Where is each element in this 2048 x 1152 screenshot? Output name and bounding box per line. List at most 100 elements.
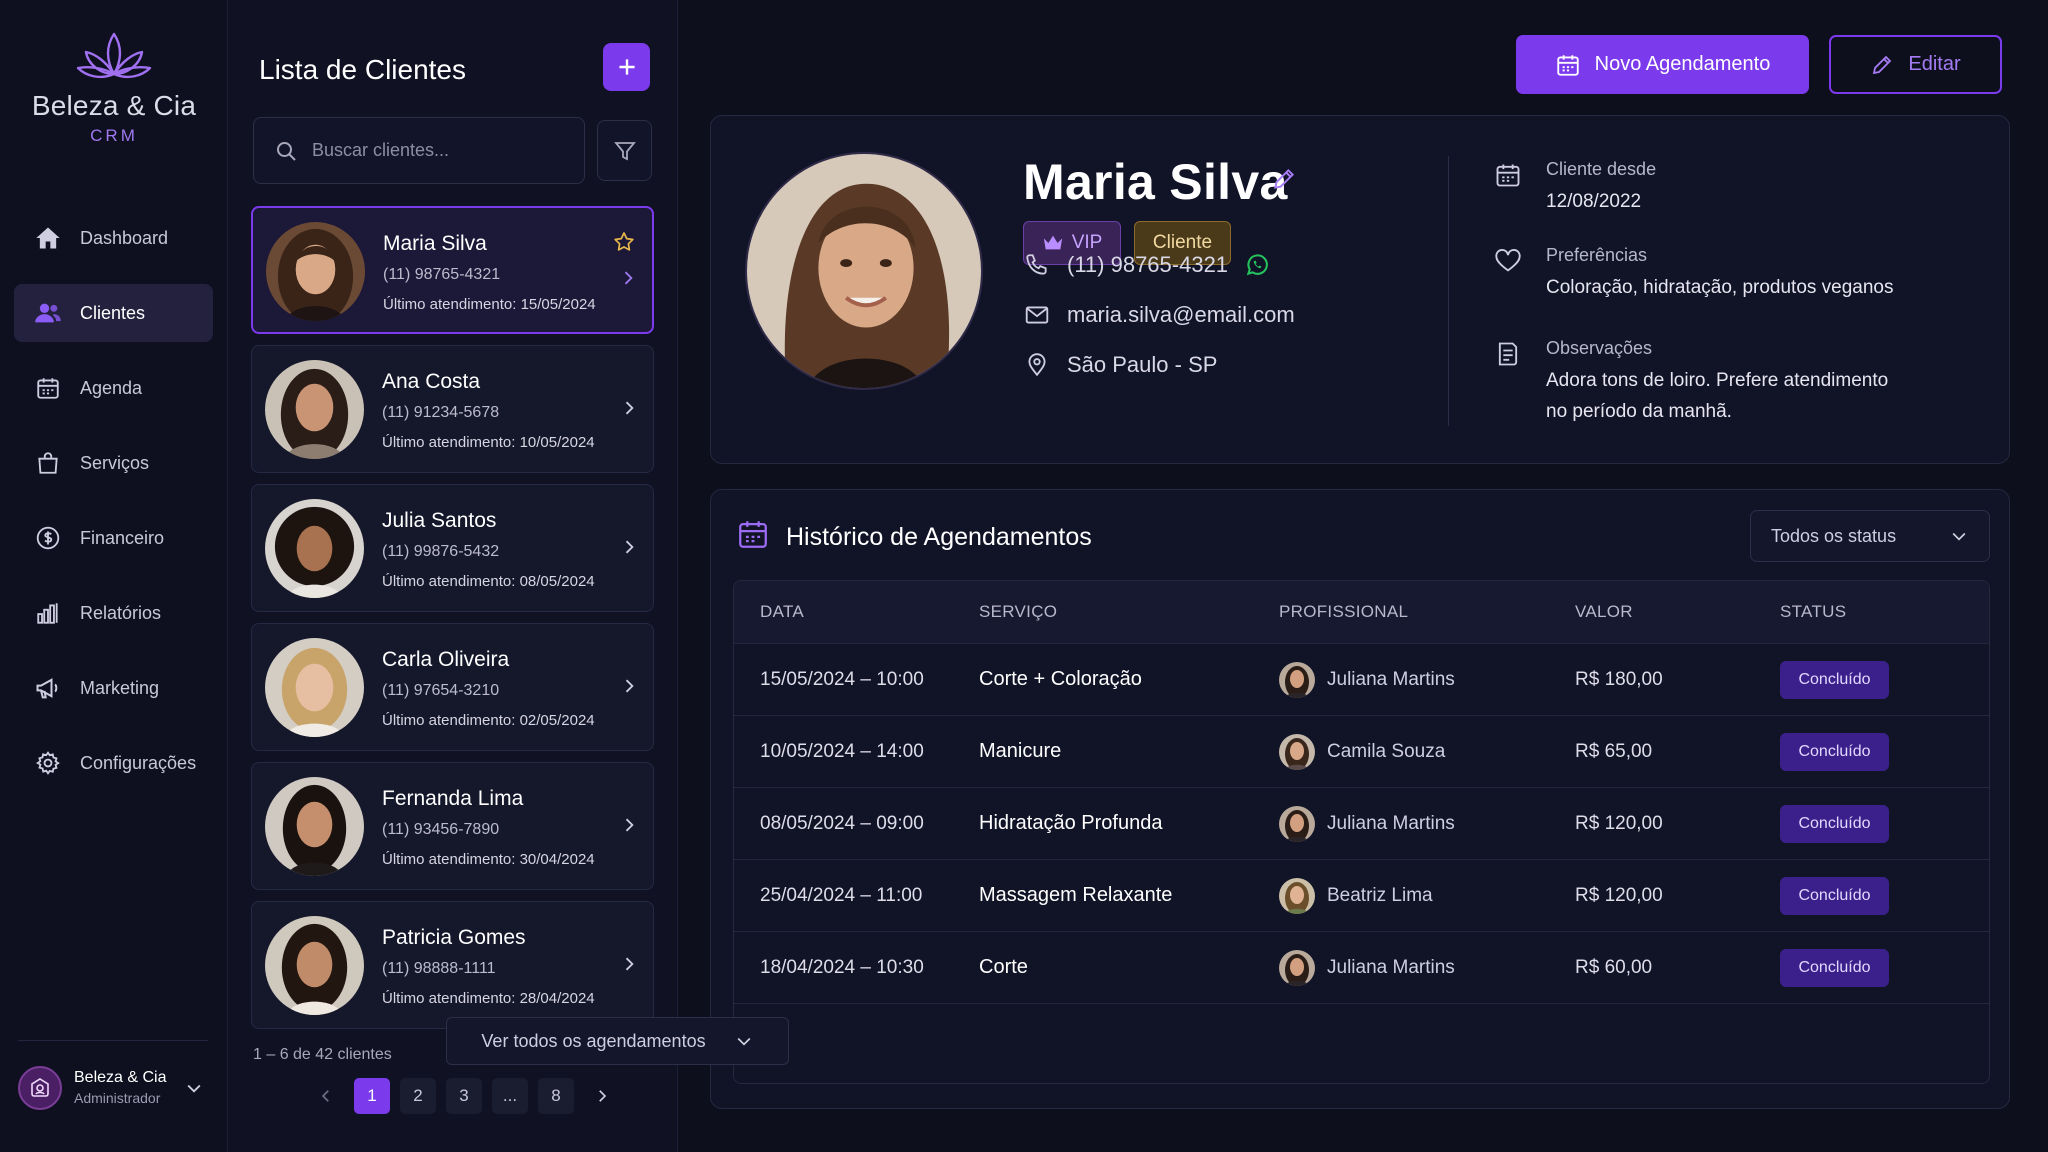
edit-label: Editar [1908,53,1961,75]
page-button-2[interactable]: 2 [400,1078,436,1114]
star-icon[interactable] [612,230,636,254]
contact-email: maria.silva@email.com [1023,301,1295,329]
client-card-patricia-gomes[interactable]: Patricia Gomes (11) 98888-1111 Último at… [251,901,654,1029]
sidebar-item-label: Financeiro [80,527,165,548]
pagination-info: 1 – 6 de 42 clientes [253,1046,392,1063]
status-filter-select[interactable]: Todos os status [1750,510,1990,562]
table-header: DATA SERVIÇO PROFISSIONAL VALOR STATUS [734,581,1989,643]
contact-phone: (11) 98765-4321 [1023,251,1270,279]
dollar-circle-icon [34,524,62,552]
client-card-ana-costa[interactable]: Ana Costa (11) 91234-5678 Último atendim… [251,345,654,473]
account-name: Beleza & Cia [74,1069,167,1086]
appointment-history-card: Histórico de Agendamentos Todos os statu… [710,489,2010,1109]
crown-icon [1043,235,1062,250]
chevron-right-icon [619,537,639,557]
info-label: Cliente desde [1546,159,1657,179]
cell-service: Corte [979,956,1028,978]
sidebar-item-label: Dashboard [80,227,169,248]
profile-location: São Paulo - SP [1067,352,1218,377]
account-switcher[interactable]: Beleza & Cia Administrador [18,1040,208,1130]
sidebar-item-clientes[interactable]: Clientes [14,284,213,342]
sidebar-item-relatorios[interactable]: Relatórios [14,584,213,642]
info-label: Preferências [1546,245,1648,265]
client-last-visit: Último atendimento: 15/05/2024 [383,296,596,313]
cell-status: Concluído [1780,660,1980,699]
map-pin-icon [1023,351,1051,379]
shopping-bag-icon [34,449,62,477]
page-button-1[interactable]: 1 [354,1078,390,1114]
table-row[interactable]: 08/05/2024 – 09:00 Hidratação Profunda J… [734,787,1989,859]
cell-value: R$ 120,00 [1575,812,1663,834]
sidebar-item-label: Relatórios [80,602,162,623]
sidebar-item-agenda[interactable]: Agenda [14,359,213,417]
see-all-appointments-button[interactable]: Ver todos os agendamentos [446,1017,789,1065]
sidebar-item-servicos[interactable]: Serviços [14,434,213,492]
add-client-button[interactable] [603,43,650,91]
table-row[interactable]: 15/05/2024 – 10:00 Corte + Coloração Jul… [734,643,1989,715]
info-value: Coloração, hidratação, produtos veganos [1546,277,1894,298]
professional-avatar [1279,949,1315,986]
chevron-down-icon [184,1078,204,1098]
chevron-left-icon [321,1090,329,1102]
filter-button[interactable] [597,120,652,181]
calendar-icon [736,517,770,551]
column-header: DATA [760,602,805,621]
table-footer [734,1003,1989,1083]
gear-icon [34,749,62,777]
sidebar-item-label: Marketing [80,677,160,698]
whatsapp-icon[interactable] [1244,252,1270,278]
client-name: Carla Oliveira [382,648,510,671]
prev-page-button[interactable] [308,1078,344,1114]
sidebar-item-dashboard[interactable]: Dashboard [14,209,213,267]
status-badge: Concluído [1780,948,1889,987]
sidebar-item-financeiro[interactable]: Financeiro [14,509,213,567]
client-phone: (11) 98765-4321 [383,266,501,283]
client-card-maria-silva[interactable]: Maria Silva (11) 98765-4321 Último atend… [251,206,654,334]
client-card-fernanda-lima[interactable]: Fernanda Lima (11) 93456-7890 Último ate… [251,762,654,890]
chevron-right-icon [619,398,639,418]
cell-professional: Camila Souza [1279,733,1575,770]
client-card-carla-oliveira[interactable]: Carla Oliveira (11) 97654-3210 Último at… [251,623,654,751]
info-value: 12/08/2022 [1546,191,1642,212]
cell-status: Concluído [1780,732,1980,771]
client-avatar [265,360,364,459]
table-row[interactable]: 25/04/2024 – 11:00 Massagem Relaxante Be… [734,859,1989,931]
page-button-8[interactable]: 8 [538,1078,574,1114]
chevron-right-icon [619,676,639,696]
client-profile-card: Maria Silva VIP Cliente (11) 98765-4321 … [710,115,2010,464]
status-badge: Concluído [1780,804,1889,843]
search-box [253,117,585,184]
table-row[interactable]: 10/05/2024 – 14:00 Manicure Camila Souza… [734,715,1989,787]
cell-status: Concluído [1780,804,1980,843]
cell-status: Concluído [1780,876,1980,915]
cell-value: R$ 60,00 [1575,956,1653,978]
next-page-button[interactable] [584,1078,620,1114]
info-preferences: Preferências Coloração, hidratação, prod… [1494,245,1894,303]
search-input[interactable] [312,140,572,161]
sidebar-nav: Dashboard Clientes Agenda Serviços Finan… [14,209,213,809]
search-icon [274,139,298,163]
edit-name-pencil-icon[interactable] [1271,166,1297,192]
phone-icon [1023,251,1051,279]
client-last-visit: Último atendimento: 08/05/2024 [382,573,595,590]
mail-icon [1023,301,1051,329]
sidebar-item-marketing[interactable]: Marketing [14,659,213,717]
cell-date: 18/04/2024 – 10:30 [760,956,924,978]
page-button-3[interactable]: 3 [446,1078,482,1114]
lotus-logo-icon [76,28,152,84]
client-avatar [266,222,365,321]
status-badge: Concluído [1780,876,1889,915]
table-row[interactable]: 18/04/2024 – 10:30 Corte Juliana Martins… [734,931,1989,1003]
new-appointment-button[interactable]: Novo Agendamento [1516,35,1809,94]
sidebar-item-label: Serviços [80,452,150,473]
client-card-julia-santos[interactable]: Julia Santos (11) 99876-5432 Último aten… [251,484,654,612]
client-name: Maria Silva [383,232,487,255]
profile-email[interactable]: maria.silva@email.com [1067,302,1295,328]
cell-professional: Beatriz Lima [1279,877,1575,914]
history-table: DATA SERVIÇO PROFISSIONAL VALOR STATUS 1… [733,580,1990,1084]
cell-status: Concluído [1780,948,1980,987]
edit-button[interactable]: Editar [1829,35,2002,94]
info-label: Observações [1546,338,1653,358]
sidebar-item-configuracoes[interactable]: Configurações [14,734,213,792]
pagination: 1 2 3 ... 8 [308,1078,620,1114]
